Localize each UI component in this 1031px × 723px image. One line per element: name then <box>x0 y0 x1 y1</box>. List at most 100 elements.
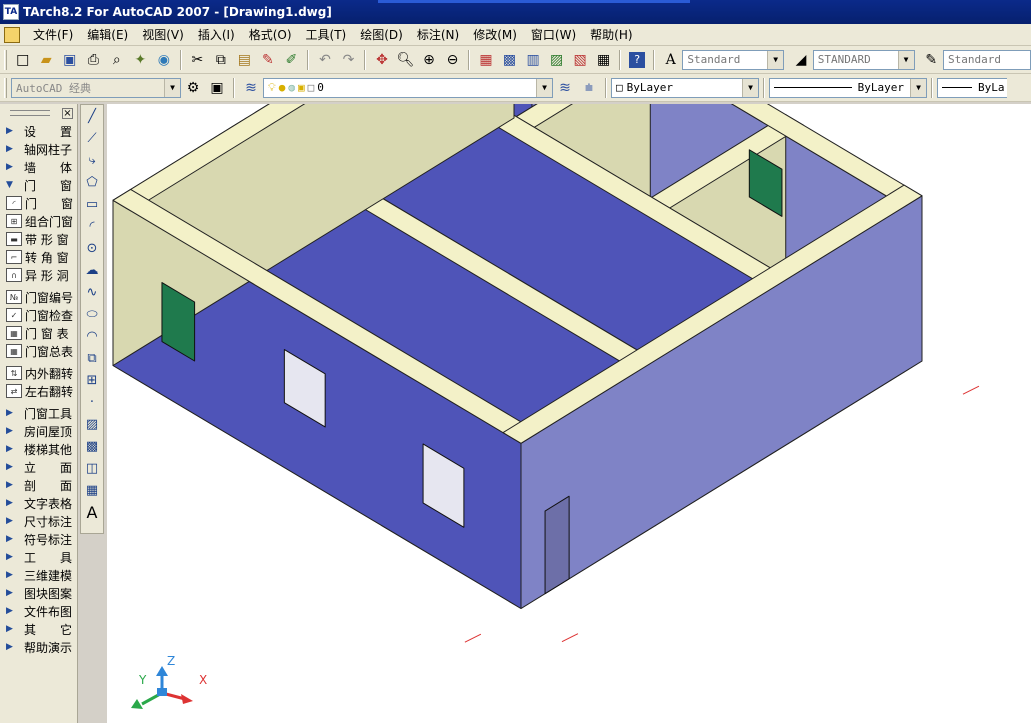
panel-item[interactable]: ⊞ 组合门窗 <box>0 212 77 230</box>
layer-freeze-icon[interactable]: ● <box>279 81 286 94</box>
panel-item[interactable]: ▶ 墙 体 <box>0 158 77 176</box>
calculator-icon[interactable]: ▦ <box>593 49 615 71</box>
panel-item[interactable]: ∩ 异 形 洞 <box>0 266 77 284</box>
menu-insert[interactable]: 插入(I) <box>191 26 242 43</box>
table-icon[interactable]: ▦ <box>81 479 103 501</box>
panel-item[interactable]: № 门窗编号 <box>0 288 77 306</box>
panel-item[interactable]: ▶ 尺寸标注 <box>0 512 77 530</box>
panel-item[interactable]: ▶ 工 具 <box>0 548 77 566</box>
panel-item[interactable]: ▶ 立 面 <box>0 458 77 476</box>
menu-dimension[interactable]: 标注(N) <box>410 26 466 43</box>
revision-cloud-icon[interactable]: ☁ <box>81 259 103 281</box>
circle-icon[interactable]: ⊙ <box>81 237 103 259</box>
panel-item[interactable]: ⌐ 转 角 窗 <box>0 248 77 266</box>
panel-item[interactable]: ▶ 文件布图 <box>0 602 77 620</box>
text-style-select[interactable]: Standard ▼ <box>682 49 785 70</box>
close-icon[interactable]: × <box>62 107 73 119</box>
panel-item[interactable]: ▶ 图块图案 <box>0 584 77 602</box>
menu-modify[interactable]: 修改(M) <box>466 26 524 43</box>
chevron-down-icon[interactable]: ▼ <box>910 78 926 97</box>
design-center-icon[interactable]: ▩ <box>499 49 521 71</box>
rectangle-icon[interactable]: ▭ <box>81 193 103 215</box>
layer-lock-icon[interactable]: ◍ <box>288 81 295 94</box>
menu-format[interactable]: 格式(O) <box>242 26 299 43</box>
panel-item[interactable]: ▶ 房间屋顶 <box>0 422 77 440</box>
point-icon[interactable]: · <box>81 391 103 413</box>
panel-item[interactable]: ▶ 三维建模 <box>0 566 77 584</box>
panel-item[interactable]: ▦ 门窗总表 <box>0 342 77 360</box>
workspace-select[interactable]: AutoCAD 经典 ▼ <box>11 77 181 98</box>
block-editor-icon[interactable]: ✐ <box>281 49 303 71</box>
panel-item[interactable]: ▼ 门 窗 <box>0 176 77 194</box>
chevron-down-icon[interactable]: ▼ <box>897 50 914 69</box>
zoom-window-icon[interactable]: ⊕ <box>418 49 440 71</box>
pan-realtime-icon[interactable]: ✥ <box>371 49 393 71</box>
layer-select[interactable]: 💡︎ ● ◍ ▣ □ 0 ▼ <box>263 77 553 98</box>
layer-plot-icon[interactable]: ▣ <box>298 81 305 94</box>
panel-item[interactable]: ▶ 其 它 <box>0 620 77 638</box>
chevron-down-icon[interactable]: ▼ <box>536 78 552 97</box>
insert-block-icon[interactable]: ⧉ <box>81 347 103 369</box>
sheet-set-icon[interactable]: ▨ <box>546 49 568 71</box>
ellipse-icon[interactable]: ⬭ <box>81 303 103 325</box>
paste-icon[interactable]: ▤ <box>234 49 256 71</box>
region-icon[interactable]: ◫ <box>81 457 103 479</box>
panel-item[interactable]: ▶ 楼梯其他 <box>0 440 77 458</box>
save-icon[interactable]: ▣ <box>59 49 81 71</box>
polyline-icon[interactable]: ⤷ <box>81 149 103 171</box>
workspace-settings-icon[interactable]: ⚙ <box>182 77 204 99</box>
chevron-down-icon[interactable]: ▼ <box>164 78 180 97</box>
hatch-icon[interactable]: ▨ <box>81 413 103 435</box>
make-object-layer-current-icon[interactable]: ≋ <box>554 77 576 99</box>
menu-window[interactable]: 窗口(W) <box>524 26 583 43</box>
open-file-icon[interactable]: ▰ <box>36 49 58 71</box>
markup-icon[interactable]: ▧ <box>569 49 591 71</box>
redo-icon[interactable]: ↷ <box>338 49 360 71</box>
panel-item[interactable]: ▬ 带 形 窗 <box>0 230 77 248</box>
dim-style-select[interactable]: STANDARD ▼ <box>812 49 915 70</box>
layer-on-icon[interactable]: 💡︎ <box>268 81 276 95</box>
document-menu-icon[interactable] <box>4 26 20 43</box>
menu-file[interactable]: 文件(F) <box>26 26 80 43</box>
panel-item[interactable]: ▶ 设 置 <box>0 122 77 140</box>
new-file-icon[interactable]: □ <box>12 49 34 71</box>
arc-icon[interactable]: ◜ <box>81 215 103 237</box>
chevron-down-icon[interactable]: ▼ <box>767 50 784 69</box>
panel-item[interactable]: ▦ 门 窗 表 <box>0 324 77 342</box>
copy-icon[interactable]: ⧉ <box>210 49 232 71</box>
chevron-down-icon[interactable]: ▼ <box>742 78 758 97</box>
menu-edit[interactable]: 编辑(E) <box>80 26 135 43</box>
table-style-select[interactable]: Standard <box>943 49 1031 70</box>
zoom-previous-icon[interactable]: ⊖ <box>442 49 464 71</box>
multiline-text-icon[interactable]: A <box>81 501 103 523</box>
drawing-canvas[interactable]: Z Y X <box>107 104 1031 723</box>
cut-icon[interactable]: ✂ <box>187 49 209 71</box>
make-block-icon[interactable]: ⊞ <box>81 369 103 391</box>
properties-icon[interactable]: ▦ <box>475 49 497 71</box>
panel-grip[interactable] <box>10 110 50 116</box>
panel-item[interactable]: ▶ 符号标注 <box>0 530 77 548</box>
panel-item[interactable]: ▶ 文字表格 <box>0 494 77 512</box>
panel-item[interactable]: ▶ 剖 面 <box>0 476 77 494</box>
undo-icon[interactable]: ↶ <box>314 49 336 71</box>
line-icon[interactable]: ╱ <box>81 105 103 127</box>
panel-item[interactable]: ◜ 门 窗 <box>0 194 77 212</box>
construction-line-icon[interactable]: ⟋ <box>81 127 103 149</box>
panel-item[interactable]: ▶ 门窗工具 <box>0 404 77 422</box>
menu-tools[interactable]: 工具(T) <box>299 26 354 43</box>
layer-manager-icon[interactable]: ≋ <box>240 77 262 99</box>
help-icon[interactable]: ? <box>626 49 648 71</box>
menu-view[interactable]: 视图(V) <box>135 26 191 43</box>
zoom-realtime-icon[interactable]: 🔍︎ <box>395 49 417 71</box>
table-style-icon[interactable]: ✎ <box>921 49 943 71</box>
spline-icon[interactable]: ∿ <box>81 281 103 303</box>
publish-icon[interactable]: ✦ <box>130 49 152 71</box>
panel-item[interactable]: ▶ 轴网柱子 <box>0 140 77 158</box>
linetype-select[interactable]: ByLayer ▼ <box>769 77 927 98</box>
3d-dwf-icon[interactable]: ◉ <box>153 49 175 71</box>
panel-item[interactable]: ⇄ 左右翻转 <box>0 382 77 400</box>
lineweight-select[interactable]: ByLa <box>937 77 1007 98</box>
panel-item[interactable]: ▶ 帮助演示 <box>0 638 77 656</box>
menu-draw[interactable]: 绘图(D) <box>353 26 410 43</box>
polygon-icon[interactable]: ⬠ <box>81 171 103 193</box>
